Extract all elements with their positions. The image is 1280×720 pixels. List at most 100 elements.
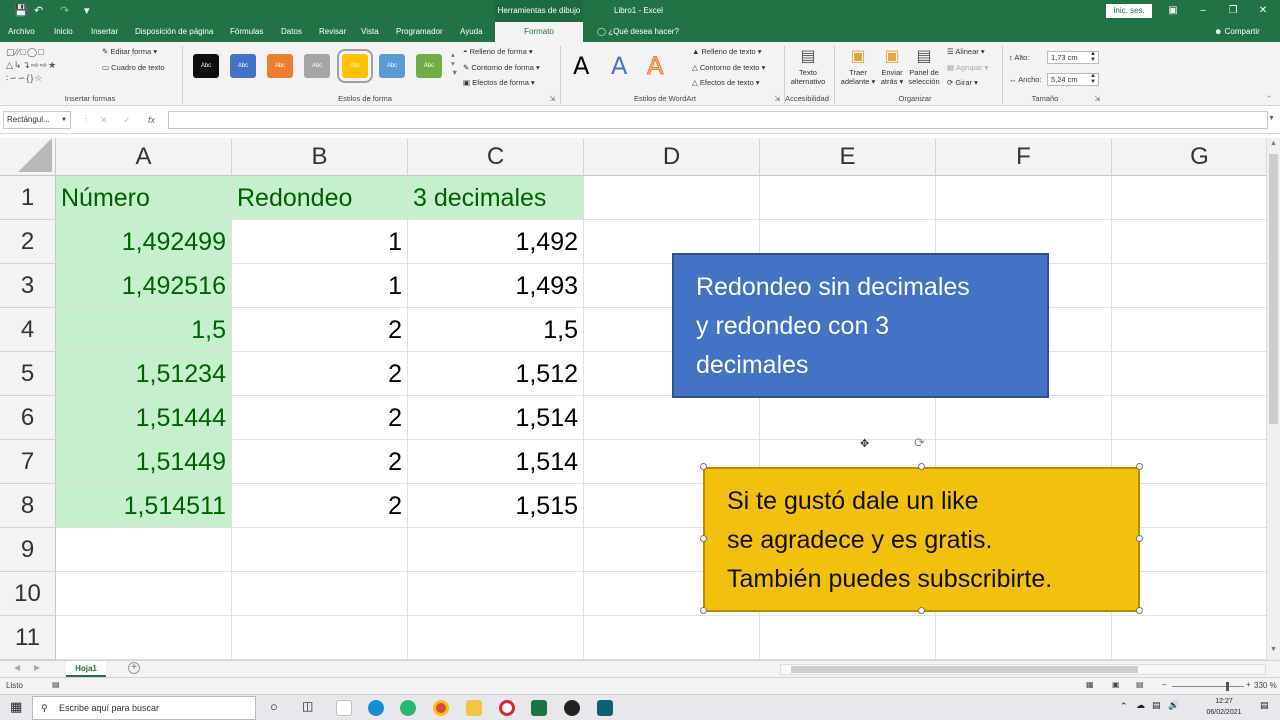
wordart-style-orange[interactable]: A	[646, 52, 663, 81]
column-header[interactable]: G	[1112, 138, 1266, 176]
send-backward-button[interactable]: ▣ Enviar atrás ▾	[878, 46, 906, 86]
dialog-launcher-icon[interactable]: ⇲	[774, 94, 780, 103]
collapse-ribbon-icon[interactable]: ⌃	[1266, 94, 1272, 103]
select-all-button[interactable]	[0, 138, 56, 176]
zoom-slider[interactable]	[1172, 682, 1244, 691]
excel-icon[interactable]	[531, 700, 547, 716]
sign-in-button[interactable]: Inic. ses.	[1106, 4, 1152, 18]
column-header[interactable]: D	[584, 138, 760, 176]
row-header[interactable]: 7	[0, 440, 56, 484]
row-header[interactable]: 3	[0, 264, 56, 308]
cell-A8[interactable]: 1,514511	[56, 484, 232, 528]
alt-text-button[interactable]: ▤ Texto alternativo	[790, 46, 826, 86]
cell-B1[interactable]: Redondeo	[232, 176, 408, 220]
horizontal-scrollbar[interactable]	[780, 664, 1266, 675]
vertical-scrollbar[interactable]: ▲ ▼	[1266, 138, 1280, 660]
sheet-nav-prev-icon[interactable]: ◀	[14, 663, 20, 672]
zoom-level[interactable]: 330 %	[1254, 681, 1277, 690]
cell-G6[interactable]	[1112, 396, 1266, 440]
cell-B11[interactable]	[232, 616, 408, 660]
taskbar-search-box[interactable]: ⚲ Escribe aquí para buscar	[32, 696, 256, 720]
group-button[interactable]: ▦ Agrupar ▾	[947, 63, 988, 72]
cell-A10[interactable]	[56, 572, 232, 616]
cell-C3[interactable]: 1,493	[408, 264, 584, 308]
height-input[interactable]: 1,73 cm ▲ ▼	[1047, 51, 1099, 64]
cell-G5[interactable]	[1112, 352, 1266, 396]
scroll-down-icon[interactable]: ▼	[1270, 646, 1277, 653]
cell-G1[interactable]	[1112, 176, 1266, 220]
resize-handle[interactable]	[1136, 535, 1143, 542]
cell-C6[interactable]: 1,514	[408, 396, 584, 440]
sheet-nav-next-icon[interactable]: ▶	[34, 663, 40, 672]
gallery-scroll-icon[interactable]: ▴ ▾ ▼	[451, 50, 458, 77]
spinner-icon[interactable]: ▲ ▼	[1090, 73, 1096, 85]
cortana-icon[interactable]: ○	[270, 699, 278, 714]
maps-app-icon[interactable]	[400, 700, 416, 716]
cell-F6[interactable]	[936, 396, 1112, 440]
shape-effects-button[interactable]: ▣ Efectos de forma ▾	[463, 78, 535, 87]
text-outline-button[interactable]: △ Contorno de texto ▾	[692, 63, 765, 72]
cell-D1[interactable]	[584, 176, 760, 220]
cell-B5[interactable]: 2	[232, 352, 408, 396]
customize-quick-access-icon[interactable]: ▾	[84, 4, 90, 18]
normal-view-icon[interactable]: ▦	[1086, 680, 1094, 689]
cell-A7[interactable]: 1,51449	[56, 440, 232, 484]
file-explorer-icon[interactable]	[466, 700, 482, 716]
spinner-icon[interactable]: ▲ ▼	[1090, 51, 1096, 63]
cell-A5[interactable]: 1,51234	[56, 352, 232, 396]
edge-icon[interactable]	[368, 700, 384, 716]
cell-C1[interactable]: 3 decimales	[408, 176, 584, 220]
resize-handle[interactable]	[700, 535, 707, 542]
resize-handle[interactable]	[918, 463, 925, 470]
column-header[interactable]: F	[936, 138, 1112, 176]
zoom-slider-thumb[interactable]	[1226, 682, 1229, 691]
tab-formulas[interactable]: Fórmulas	[230, 22, 263, 42]
wordart-style-blue[interactable]: A	[611, 52, 627, 80]
tab-vista[interactable]: Vista	[361, 22, 379, 42]
opera-icon[interactable]	[499, 700, 515, 716]
cell-A6[interactable]: 1,51444	[56, 396, 232, 440]
vertical-scroll-thumb[interactable]	[1269, 154, 1278, 424]
wordart-style-black[interactable]: A	[573, 52, 589, 80]
tab-ayuda[interactable]: Ayuda	[460, 22, 483, 42]
insert-function-icon[interactable]: fx	[148, 111, 155, 129]
tab-inicio[interactable]: Inicio	[54, 22, 73, 42]
app-icon[interactable]	[597, 700, 613, 716]
cell-G2[interactable]	[1112, 220, 1266, 264]
row-header[interactable]: 11	[0, 616, 56, 660]
cell-C2[interactable]: 1,492	[408, 220, 584, 264]
cell-C5[interactable]: 1,512	[408, 352, 584, 396]
shape-style-swatch[interactable]: Abc	[416, 54, 442, 78]
cell-A4[interactable]: 1,5	[56, 308, 232, 352]
cell-E11[interactable]	[760, 616, 936, 660]
cell-B6[interactable]: 2	[232, 396, 408, 440]
cell-C10[interactable]	[408, 572, 584, 616]
cell-C9[interactable]	[408, 528, 584, 572]
row-header[interactable]: 9	[0, 528, 56, 572]
shape-style-swatch[interactable]: Abc	[379, 54, 405, 78]
cell-D11[interactable]	[584, 616, 760, 660]
close-button[interactable]: ✕	[1248, 0, 1278, 22]
shape-outline-button[interactable]: ✎ Contorno de forma ▾	[463, 63, 540, 72]
share-button[interactable]: ☻ Compartir	[1214, 22, 1260, 42]
cancel-icon[interactable]: ✕	[100, 115, 108, 126]
column-header[interactable]: B	[232, 138, 408, 176]
text-box-button[interactable]: ▭ Cuadro de texto	[102, 63, 165, 72]
ribbon-display-options-icon[interactable]: ▣	[1158, 0, 1188, 22]
cell-B9[interactable]	[232, 528, 408, 572]
cell-B10[interactable]	[232, 572, 408, 616]
cell-C7[interactable]: 1,514	[408, 440, 584, 484]
cell-E6[interactable]	[760, 396, 936, 440]
row-header[interactable]: 4	[0, 308, 56, 352]
worksheet-grid[interactable]: ABCDEFG 1 2 3 4 5 6 7 8 9 10 11 Número Redondeo 3 de…	[0, 138, 1266, 660]
cell-A3[interactable]: 1,492516	[56, 264, 232, 308]
row-header[interactable]: 2	[0, 220, 56, 264]
cell-B2[interactable]: 1	[232, 220, 408, 264]
name-box[interactable]: Rectángul... ▼	[3, 111, 71, 129]
rotate-button[interactable]: ⟳ Girar ▾	[947, 78, 978, 87]
tab-disposicion[interactable]: Disposición de página	[135, 22, 213, 42]
resize-handle[interactable]	[1136, 463, 1143, 470]
windows-start-icon[interactable]: ▦	[10, 699, 22, 715]
resize-handle[interactable]	[1136, 607, 1143, 614]
cell-F11[interactable]	[936, 616, 1112, 660]
